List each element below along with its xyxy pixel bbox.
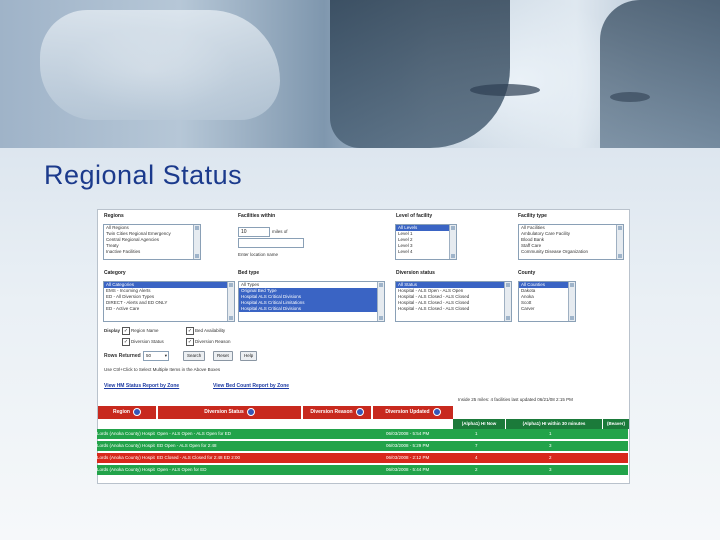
- sort-icon[interactable]: [432, 407, 441, 416]
- table-cell-region: Lords (Anoka County) Hospital: [97, 467, 155, 472]
- table-row[interactable]: Lords (Anoka County) Hospital ED Open - A…: [97, 441, 628, 451]
- rows-returned-value: 50: [146, 353, 152, 358]
- table-cell-updated: 06/03/2008 - 2:12 PM: [386, 455, 430, 460]
- list-item[interactable]: ED - Active Care: [104, 306, 234, 312]
- table-cell-now: 2: [475, 467, 478, 472]
- diversion-status-option: Diversion Status: [131, 339, 164, 344]
- multi-select-hint: Use Ctrl+Click to Select Multiple Items …: [104, 367, 221, 372]
- region-name-option: Region Name: [131, 328, 159, 333]
- table-cell-region: Lords (Anoka County) Hospital: [97, 455, 155, 460]
- results-summary: Inside 25 miles: 4 facilities last updat…: [458, 397, 573, 402]
- sort-icon[interactable]: [355, 407, 364, 416]
- table-cell-within: 2: [549, 455, 552, 460]
- table-cell-status: ED Open - ALS Open for 2:48: [157, 443, 217, 448]
- diversion-reason-option: Diversion Reason: [195, 339, 231, 344]
- diversion-status-header-label: Diversion Status: [204, 409, 244, 415]
- second-eye-image: [610, 92, 650, 102]
- miles-input[interactable]: 10: [238, 227, 270, 237]
- list-item[interactable]: Community Disease Organization: [519, 249, 623, 255]
- hi-now-header: (Alpha1) HI Now: [453, 419, 506, 429]
- scrollbar[interactable]: [377, 282, 384, 321]
- table-cell-within: 3: [549, 443, 552, 448]
- table-cell-now: 1: [475, 431, 478, 436]
- table-cell-within: 1: [549, 431, 552, 436]
- county-listbox[interactable]: All Counties Dakota Anoka Scott Carver: [518, 281, 576, 322]
- regions-listbox[interactable]: All Regions Twin Cities Regional Emergen…: [103, 224, 201, 260]
- table-cell-region: Lords (Anoka County) Hospital: [97, 443, 155, 448]
- woman-hair-image: [330, 0, 510, 148]
- level-of-facility-label: Level of facility: [396, 213, 433, 219]
- diversion-status-label: Diversion status: [396, 270, 435, 276]
- slide-title: Regional Status: [44, 160, 243, 190]
- beaver-header: (Beaver): [603, 419, 629, 429]
- facility-type-label: Facility type: [518, 213, 547, 219]
- diversion-status-checkbox[interactable]: ✓: [122, 338, 130, 346]
- second-face-image: [600, 0, 720, 148]
- help-button[interactable]: Help: [240, 351, 258, 361]
- facility-type-listbox[interactable]: All Facilities Ambulatory Care Facility …: [518, 224, 624, 260]
- diversion-updated-header-label: Diversion Updated: [385, 409, 430, 415]
- scrollbar[interactable]: [616, 225, 623, 259]
- table-cell-status: ED Closed - ALS Closed for 2:48 ED 2:00: [157, 455, 241, 460]
- table-cell-now: 4: [475, 455, 478, 460]
- table-cell-status: Open - ALS Open for ED: [157, 467, 207, 472]
- location-hint: Enter location name: [238, 252, 279, 257]
- table-row[interactable]: Lords (Anoka County) Hospital ED Closed -…: [97, 453, 628, 463]
- diversion-reason-header[interactable]: Diversion Reason: [303, 406, 371, 419]
- woman-eye-image: [470, 84, 540, 96]
- search-button[interactable]: Search: [183, 351, 206, 361]
- region-header-label: Region: [113, 409, 130, 415]
- diversion-updated-header[interactable]: Diversion Updated: [373, 406, 453, 419]
- diversion-status-header[interactable]: Diversion Status: [158, 406, 301, 419]
- scrollbar[interactable]: [193, 225, 200, 259]
- rows-returned-label: Rows Returned: [104, 353, 141, 359]
- scrollbar[interactable]: [227, 282, 234, 321]
- category-label: Category: [104, 270, 126, 276]
- table-cell-region: Lords (Anoka County) Hospital: [97, 431, 155, 436]
- scrollbar[interactable]: [504, 282, 511, 321]
- table-cell-now: 7: [475, 443, 478, 448]
- table-row[interactable]: Lords (Anoka County) Hospital Open - ALS …: [97, 429, 628, 439]
- table-row[interactable]: Lords (Anoka County) Hospital Open - ALS …: [97, 465, 628, 475]
- chevron-down-icon: ▾: [164, 353, 167, 358]
- table-cell-updated: 06/03/2008 - 5:54 PM: [386, 431, 430, 436]
- sort-icon[interactable]: [132, 407, 141, 416]
- category-listbox[interactable]: All Categories EMS - Incoming Alerts ED …: [103, 281, 235, 322]
- sort-icon[interactable]: [246, 407, 255, 416]
- header-photo: [0, 0, 720, 148]
- facilities-within-label: Facilities within: [238, 213, 276, 219]
- bed-availability-option: Bed Availability: [195, 328, 226, 333]
- bed-count-report-link[interactable]: View Bed Count Report by Zone: [213, 383, 289, 389]
- level-listbox[interactable]: All Levels Level 1 Level 2 Level 3 Level…: [395, 224, 457, 260]
- rows-returned-select[interactable]: 50 ▾: [143, 351, 169, 361]
- list-item[interactable]: Inactive Facilities: [104, 249, 200, 255]
- diversion-reason-header-label: Diversion Reason: [310, 409, 353, 415]
- table-cell-status: Open - ALS Open - ALS Open for ED: [157, 431, 232, 436]
- region-name-checkbox[interactable]: ✓: [122, 327, 130, 335]
- scrollbar[interactable]: [568, 282, 575, 321]
- reset-button[interactable]: Reset: [213, 351, 233, 361]
- hi-within-30-header: (Alpha1) HI within 30 minutes: [506, 419, 603, 429]
- scrollbar[interactable]: [449, 225, 456, 259]
- region-header[interactable]: Region: [98, 406, 156, 419]
- location-input[interactable]: [238, 238, 304, 248]
- bed-type-label: Bed type: [238, 270, 260, 276]
- bed-type-listbox[interactable]: All Types Original Bed Type Hospital ALS…: [238, 281, 385, 322]
- bed-availability-checkbox[interactable]: ✓: [186, 327, 194, 335]
- table-cell-updated: 06/03/2008 - 5:29 PM: [386, 443, 430, 448]
- hm-status-report-link[interactable]: View HM Status Report by Zone: [104, 383, 179, 389]
- miles-of-label: miles of: [272, 229, 288, 234]
- list-item[interactable]: Hospital - ALS Closed - ALS Closed: [396, 306, 511, 312]
- list-item[interactable]: Carver: [519, 306, 575, 312]
- list-item[interactable]: Hospital ALS Critical Divisions: [239, 306, 384, 312]
- diversion-reason-checkbox[interactable]: ✓: [186, 338, 194, 346]
- regions-label: Regions: [104, 213, 124, 219]
- display-label: Display: [104, 328, 121, 333]
- table-cell-within: 3: [549, 467, 552, 472]
- list-item[interactable]: Level 4: [396, 249, 456, 255]
- diversion-status-listbox[interactable]: All Status Hospital - ALS Open - ALS Ope…: [395, 281, 512, 322]
- hands-keyboard-image: [40, 10, 280, 120]
- table-cell-updated: 06/03/2008 - 5:44 PM: [386, 467, 430, 472]
- county-label: County: [518, 270, 536, 276]
